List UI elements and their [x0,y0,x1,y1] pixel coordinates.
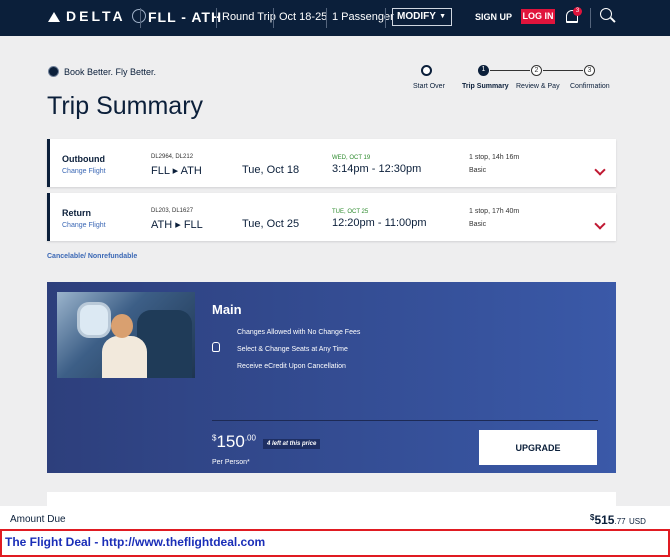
flight-route: FLL ▸ ATH [151,165,202,177]
trip-type: Round Trip [222,11,276,23]
flight-numbers: DL2964, DL212 [151,154,194,160]
amount-whole: 515 [594,513,615,527]
fare-class: Basic [469,167,487,174]
per-person-label: Per Person* [212,459,250,466]
divider [385,8,386,28]
modify-button[interactable]: MODIFY ▼ [392,8,452,26]
divider [212,420,598,421]
arrival-day: WED, OCT 19 [332,155,371,161]
flight-route: ATH ▸ FLL [151,219,203,231]
flight-times: 12:20pm - 11:00pm [332,217,427,229]
cabin-photo [57,292,195,378]
flight-stops: 1 stop, 14h 16m [469,154,520,161]
login-button[interactable]: LOG IN [521,9,555,24]
delta-logo[interactable]: DELTA [48,8,146,24]
feature-item: Changes Allowed with No Change Fees [237,329,361,336]
tagline-text: Book Better. Fly Better. [64,67,157,77]
watermark-banner: The Flight Deal - http://www.theflightde… [0,529,670,557]
page-title: Trip Summary [47,92,204,120]
step-start-over[interactable]: Start Over [413,83,445,90]
flight-card-return: Return Change Flight DL203, DL1627 ATH ▸… [47,193,616,241]
step-2-circle: 2 [531,65,542,76]
upgrade-button[interactable]: UPGRADE [479,430,597,465]
flight-date: Tue, Oct 25 [242,218,300,230]
signup-link[interactable]: SIGN UP [475,12,512,22]
step-connector [543,70,583,71]
photo-passenger [102,336,147,378]
tagline: Book Better. Fly Better. [48,66,156,77]
flight-date: Tue, Oct 18 [242,164,300,176]
amount-due-value: $515.77 USD [590,513,646,527]
photo-window [77,302,111,338]
card-accent [47,193,50,241]
cancel-policy-link[interactable]: Cancelable/ Nonrefundable [47,253,137,260]
notification-badge: 3 [573,7,582,16]
search-icon[interactable] [600,8,612,20]
fare-class: Basic [469,221,487,228]
feature-item: Select & Change Seats at Any Time [237,346,348,353]
amount-cents: .77 [614,517,626,526]
flight-direction: Outbound [62,154,105,164]
step-1-circle: 1 [478,65,489,76]
top-nav: DELTA FLL - ATH Round Trip Oct 18-25 1 P… [0,0,670,36]
divider [273,8,274,28]
step-trip-summary: Trip Summary [462,83,509,90]
step-connector [490,70,530,71]
flight-numbers: DL203, DL1627 [151,208,194,214]
flight-times: 3:14pm - 12:30pm [332,163,422,175]
start-over-icon[interactable] [421,65,432,76]
watermark-text: The Flight Deal - http://www.theflightde… [5,535,266,549]
trip-route: FLL - ATH [148,9,223,25]
flight-direction: Return [62,208,91,218]
flight-stops: 1 stop, 17h 40m [469,208,520,215]
arrival-day: TUE, OCT 25 [332,209,369,215]
divider [590,8,591,28]
caret-down-icon: ▼ [439,13,446,20]
delta-circle-icon [48,66,59,77]
trip-dates: Oct 18-25 [279,11,328,23]
photo-passenger-head [111,314,133,338]
step-3-circle: 3 [584,65,595,76]
amount-due-label: Amount Due [10,514,66,525]
feature-item: Receive eCredit Upon Cancellation [237,363,346,370]
chevron-down-icon[interactable] [594,218,606,230]
delta-widget-icon [48,12,60,22]
seat-hand-icon [212,342,220,352]
main-cabin-upsell: Main Changes Allowed with No Change Fees… [47,282,616,473]
divider [326,8,327,28]
divider [140,8,141,28]
step-confirmation: Confirmation [570,83,610,90]
brand-name: DELTA [66,8,126,24]
globe-icon [131,9,146,23]
seats-left-badge: 4 left at this price [263,439,321,449]
amount-currency: USD [628,517,646,526]
flight-card-outbound: Outbound Change Flight DL2964, DL212 FLL… [47,139,616,187]
change-flight-link[interactable]: Change Flight [62,222,106,229]
card-accent [47,139,50,187]
price-cents: .00 [244,433,256,443]
upsell-price: $150.00 [212,432,256,452]
chevron-down-icon[interactable] [594,164,606,176]
cabin-title: Main [212,302,242,317]
change-flight-link[interactable]: Change Flight [62,168,106,175]
price-whole: 150 [216,432,245,451]
step-review-pay: Review & Pay [516,83,560,90]
modify-label: MODIFY [397,11,436,22]
divider [216,8,217,28]
